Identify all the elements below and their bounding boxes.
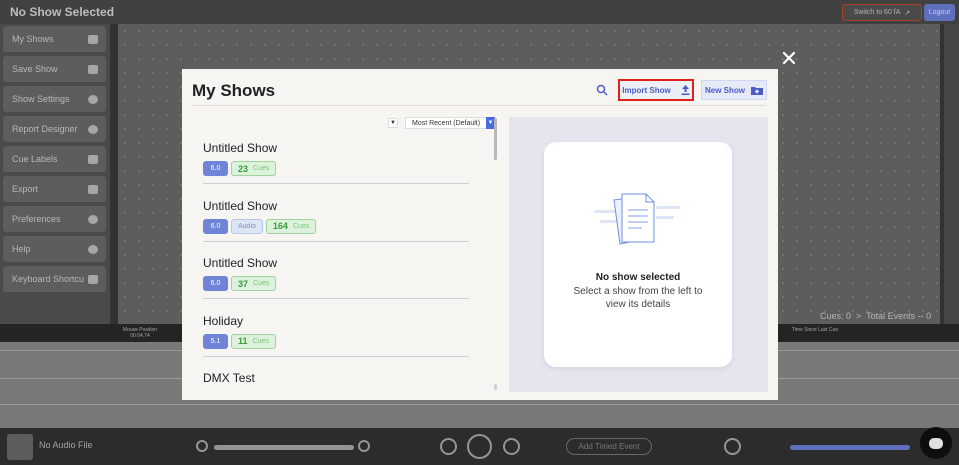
cues-badge: 23 Cues	[231, 161, 277, 176]
show-name: Holiday	[203, 313, 244, 328]
close-icon[interactable]: ✕	[778, 49, 800, 71]
list-scrollbar[interactable]	[494, 118, 497, 160]
folder-plus-icon	[751, 86, 763, 95]
cues-badge: 11 Cues	[231, 333, 276, 349]
empty-state-title: No show selected	[595, 272, 681, 283]
list-item[interactable]: Untitled Show 6.0 23 Cues	[203, 141, 469, 199]
new-show-button[interactable]: New Show	[701, 80, 767, 100]
cues-count: 23	[238, 163, 249, 174]
list-scrollbar-end	[494, 384, 497, 390]
list-item[interactable]: Holiday 5.1 11 Cues	[203, 314, 469, 372]
list-item[interactable]: DMX Test	[203, 371, 469, 391]
audio-badge: Audio	[231, 218, 263, 234]
item-divider	[203, 240, 469, 242]
cues-label: Cues	[253, 165, 270, 172]
cues-count: 11	[238, 336, 248, 346]
upload-icon	[681, 85, 690, 95]
search-icon[interactable]	[596, 84, 608, 96]
header-divider	[192, 105, 766, 106]
sort-direction-toggle[interactable]: ▼	[388, 118, 398, 128]
show-detail-pane: No show selected Select a show from the …	[509, 117, 768, 392]
show-name: Untitled Show	[203, 141, 278, 155]
show-name: DMX Test	[203, 371, 255, 385]
modal-title: My Shows	[192, 81, 276, 100]
cues-count: 164	[272, 221, 288, 231]
show-list: Untitled Show 6.0 23 Cues Untitled Show 6…	[203, 141, 469, 391]
cues-label: Cues	[252, 337, 269, 345]
show-name: Untitled Show	[203, 256, 278, 270]
show-name: Untitled Show	[203, 198, 278, 213]
cues-badge: 37 Cues	[231, 276, 277, 291]
cues-count: 37	[238, 278, 249, 289]
item-divider	[203, 298, 469, 299]
document-icon	[594, 193, 680, 245]
import-show-label: Import Show	[622, 85, 671, 95]
item-divider	[203, 355, 469, 357]
cues-badge: 164 Cues	[265, 218, 317, 234]
version-badge: 5.1	[203, 333, 228, 349]
sort-select[interactable]: Most Recent (Default)	[405, 117, 495, 129]
my-shows-modal: My Shows Import Show New Show ▼ Most Rec…	[182, 69, 778, 400]
cues-label: Cues	[292, 222, 310, 230]
version-badge: 6.0	[203, 276, 228, 291]
version-badge: 6.0	[203, 161, 228, 176]
cues-label: Cues	[253, 280, 270, 287]
empty-state-subtitle: Select a show from the left to view its …	[573, 286, 703, 310]
import-show-button[interactable]: Import Show	[618, 79, 694, 101]
list-item[interactable]: Untitled Show 6.0 Audio 164 Cues	[203, 199, 469, 257]
item-divider	[203, 183, 469, 184]
version-badge: 6.0	[203, 218, 228, 234]
list-item[interactable]: Untitled Show 6.0 37 Cues	[203, 256, 469, 314]
empty-state-card: No show selected Select a show from the …	[544, 142, 732, 367]
new-show-label: New Show	[704, 85, 745, 95]
